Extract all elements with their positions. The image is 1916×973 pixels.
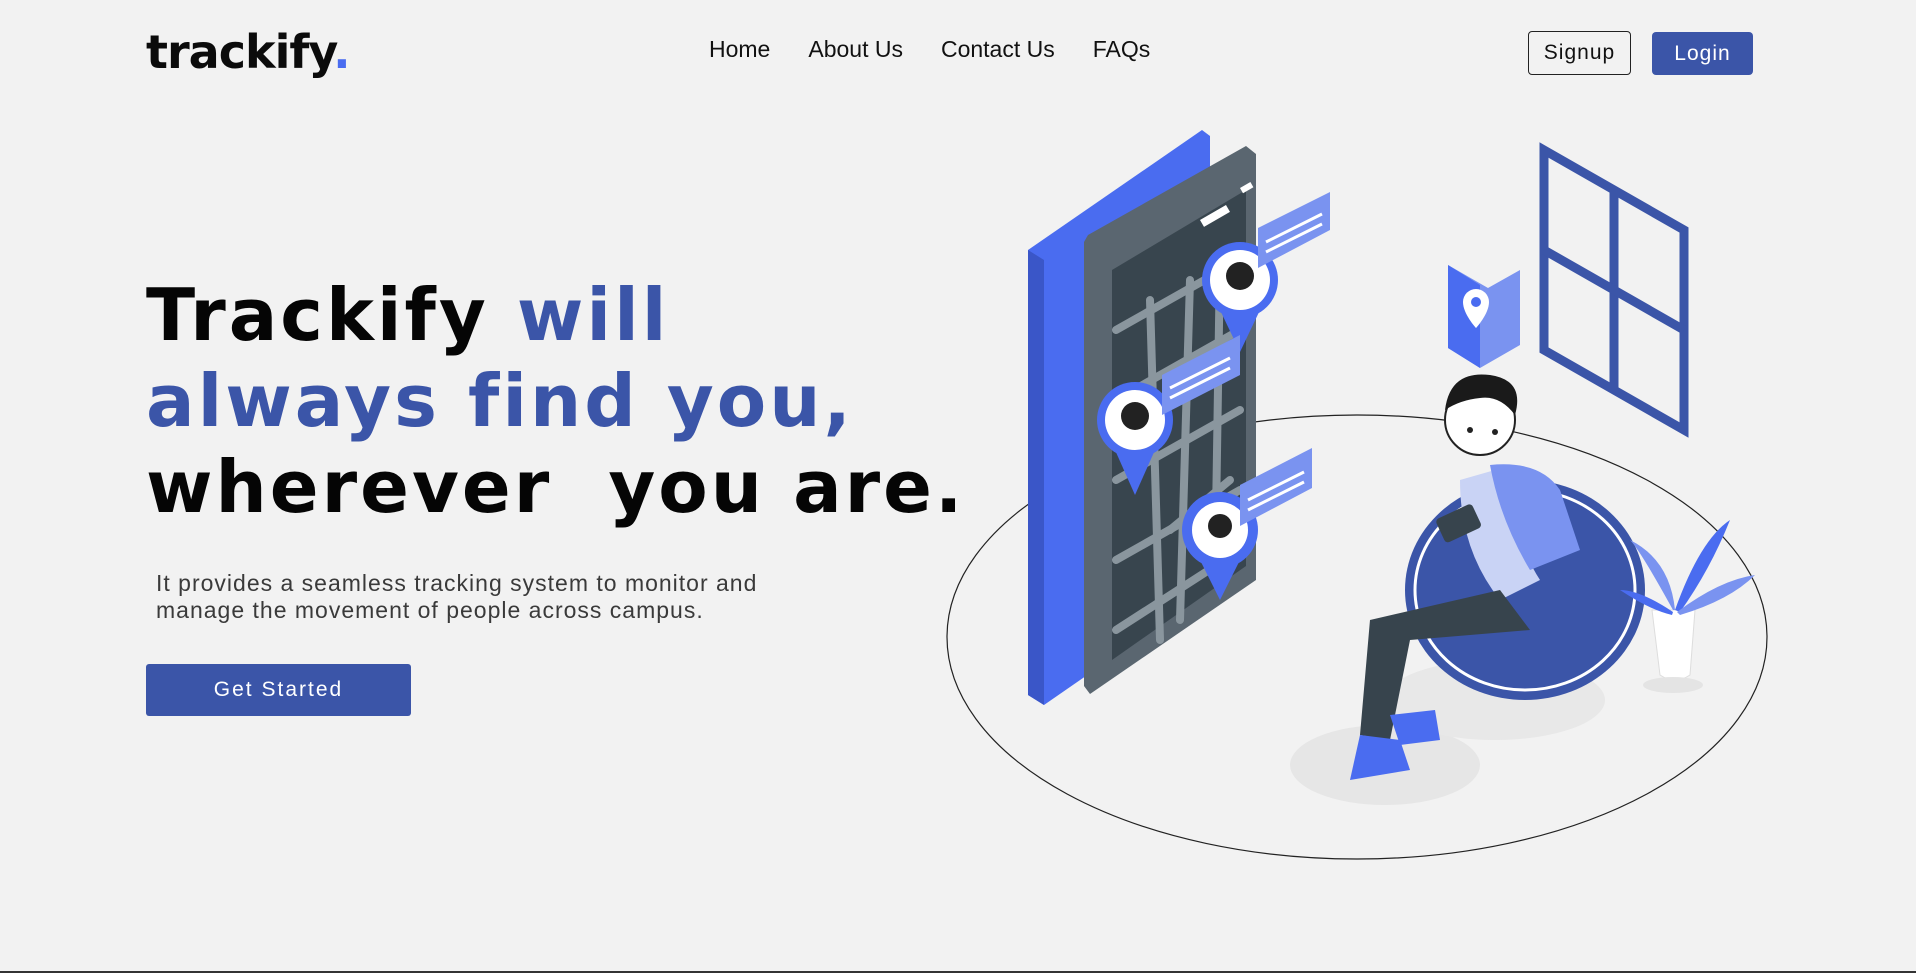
nav-link-home[interactable]: Home: [709, 36, 770, 63]
nav-links: Home About Us Contact Us FAQs: [709, 36, 1150, 63]
nav-link-faqs[interactable]: FAQs: [1093, 36, 1151, 63]
window-icon: [1539, 142, 1689, 438]
brand-name: trackify: [146, 25, 334, 79]
signup-button[interactable]: Signup: [1528, 31, 1631, 75]
hero-description: It provides a seamless tracking system t…: [156, 570, 758, 623]
hero-title: Trackify will always find you, wherever …: [146, 272, 962, 530]
get-started-button[interactable]: Get Started: [146, 664, 411, 716]
nav-link-about-us[interactable]: About Us: [808, 36, 903, 63]
nav-link-contact-us[interactable]: Contact Us: [941, 36, 1055, 63]
hero-title-part2: wherever you are.: [146, 445, 966, 529]
hero-illustration: [940, 120, 1780, 870]
hero-title-accent2: always find you,: [146, 359, 854, 443]
brand-dot: .: [333, 25, 351, 79]
hero-title-part1: Trackify: [146, 273, 517, 357]
illustration-svg: [946, 130, 1768, 860]
brand-logo[interactable]: trackify.: [146, 22, 351, 82]
hero-title-accent1: will: [516, 273, 670, 357]
navbar: trackify. Home About Us Contact Us FAQs …: [0, 0, 1916, 106]
login-button[interactable]: Login: [1652, 32, 1753, 75]
phone-map-icon: [1028, 130, 1330, 705]
location-pin-icon: [1448, 265, 1520, 368]
